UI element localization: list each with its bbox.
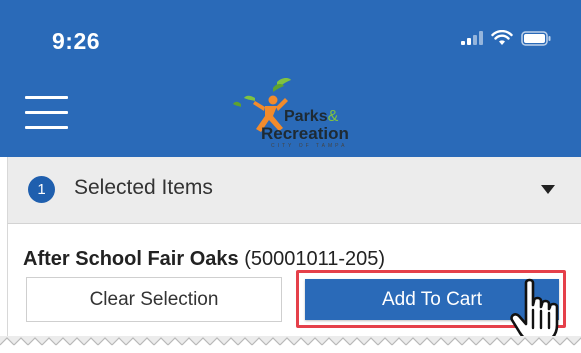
battery-icon [521,30,551,46]
logo-recreation-text: Recreation [261,124,349,143]
hamburger-menu-icon[interactable] [25,96,68,130]
selected-items-label: Selected Items [74,176,213,199]
wifi-icon [491,30,513,45]
app-header: 9:26 Parks& Recreation CITY OF TAMPA [0,0,581,157]
selected-items-toggle[interactable]: 1 Selected Items [7,157,581,224]
item-name: After School Fair Oaks [23,248,239,270]
logo-city-text: CITY OF TAMPA [271,143,348,149]
status-icons [461,30,551,46]
logo-parks-text: Parks [284,108,328,125]
parks-recreation-logo: Parks& Recreation CITY OF TAMPA [233,76,358,154]
logo-ampersand: & [327,108,339,125]
selected-count-badge: 1 [28,176,55,203]
item-title: After School Fair Oaks (50001011-205) [23,248,385,271]
signal-icon [461,31,483,45]
status-time: 9:26 [52,28,101,54]
caret-down-icon [541,185,555,194]
selected-item-panel: After School Fair Oaks (50001011-205) Cl… [7,224,581,353]
torn-edge [0,336,581,353]
clear-selection-button[interactable]: Clear Selection [26,277,282,322]
item-code: (50001011-205) [244,248,386,270]
